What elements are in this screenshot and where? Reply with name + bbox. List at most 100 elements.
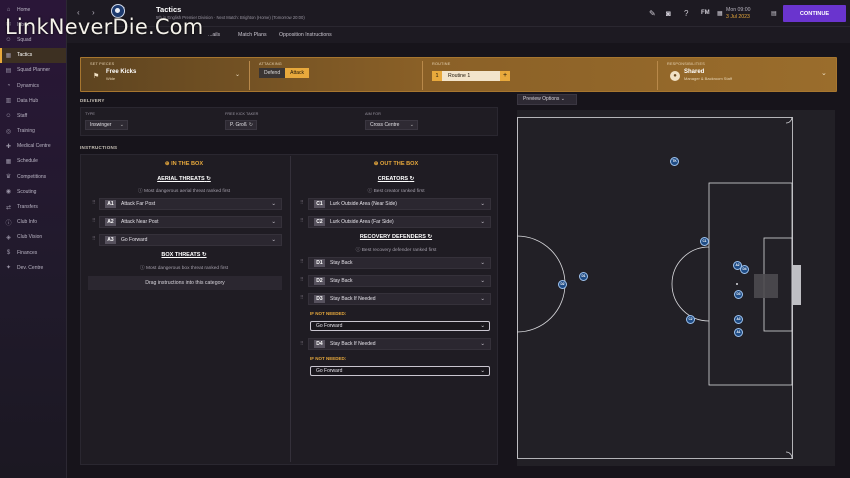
chevron-down-icon: ⌄ <box>560 96 565 102</box>
instruction-row-d1[interactable]: D1 Stay Back ⌄ <box>308 257 491 269</box>
sidebar: ⌂ Home ✉ Inbox ☺ Squad ▦ Tactics ▤ Squad Planner ◔… <box>0 0 67 478</box>
pen-icon[interactable]: ✎ <box>649 9 656 18</box>
player-marker[interactable]: D4 <box>740 265 749 274</box>
player-marker[interactable]: TK <box>670 157 679 166</box>
refresh-icon[interactable]: ↻ <box>202 252 207 258</box>
sidebar-item-schedule[interactable]: ▦ Schedule <box>0 154 66 169</box>
staff-icon: ☺ <box>5 112 12 119</box>
notebook-icon[interactable]: ▤ <box>771 10 777 17</box>
sidebar-item-label: Finances <box>17 249 38 256</box>
drag-handle-icon[interactable]: ⠿ <box>92 200 96 206</box>
drag-handle-icon[interactable]: ⠿ <box>300 277 304 283</box>
player-marker[interactable]: D2 <box>558 280 567 289</box>
add-routine-button[interactable]: + <box>500 71 510 81</box>
refresh-icon[interactable]: ↻ <box>410 176 415 182</box>
sidebar-item-transfers[interactable]: ⇄ Transfers <box>0 199 66 214</box>
sidebar-item-label: Tactics <box>17 52 33 59</box>
instruction-row-c2[interactable]: C2 Lurk Outside Area (Far Side) ⌄ <box>308 216 491 228</box>
sidebar-item-staff[interactable]: ☺ Staff <box>0 108 66 123</box>
drag-handle-icon[interactable]: ⠿ <box>92 218 96 224</box>
delivery-heading: DELIVERY <box>80 98 105 103</box>
chevron-down-icon: ⌄ <box>409 122 414 128</box>
tab-match-plans[interactable]: Match Plans <box>238 32 267 38</box>
sidebar-item-label: Training <box>17 128 35 135</box>
sidebar-item-competitions[interactable]: ♛ Competitions <box>0 169 66 184</box>
player-marker[interactable]: C2 <box>686 315 695 324</box>
drag-handle-icon[interactable]: ⠿ <box>300 295 304 301</box>
drag-handle-icon[interactable]: ⠿ <box>92 236 96 242</box>
preview-options-button[interactable]: Preview Options ⌄ <box>517 94 577 105</box>
sidebar-item-scouting[interactable]: ◉ Scouting <box>0 184 66 199</box>
instruction-row-d2[interactable]: D2 Stay Back ⌄ <box>308 275 491 287</box>
continue-button[interactable]: CONTINUE <box>783 5 846 22</box>
aim-dropdown[interactable]: Cross Centre ⌄ <box>365 120 418 130</box>
row-code: D4 <box>314 340 325 348</box>
fallback-value: Go Forward <box>316 323 343 329</box>
taker-value: P. Groß <box>230 122 247 128</box>
drag-handle-icon[interactable]: ⠿ <box>300 218 304 224</box>
row-text: Lurk Outside Area (Near Side) <box>330 201 397 207</box>
out-the-box-label: OUT THE BOX <box>380 161 419 167</box>
instruction-row-c1[interactable]: C1 Lurk Outside Area (Near Side) ⌄ <box>308 198 491 210</box>
routine-selector: 1 Routine 1 + <box>432 71 510 81</box>
attack-button[interactable]: Attack <box>285 68 310 78</box>
player-marker[interactable]: D1 <box>579 272 588 281</box>
club-vision-icon: ◈ <box>6 234 11 241</box>
delivery-panel: TYPE Inswinger ⌄ FREE KICK TAKER P. Groß ↻… <box>80 107 498 136</box>
player-marker[interactable]: A3 <box>734 315 743 324</box>
drag-handle-icon[interactable]: ⠿ <box>300 200 304 206</box>
drag-handle-icon[interactable]: ⠿ <box>300 259 304 265</box>
refresh-icon[interactable]: ↻ <box>427 234 432 240</box>
scouting-icon: ◉ <box>5 189 12 196</box>
refresh-icon[interactable]: ↻ <box>206 176 211 182</box>
fallback-select-d3[interactable]: Go Forward ⌄ <box>310 321 490 331</box>
tab-details[interactable]: ...ails <box>208 32 220 38</box>
drag-drop-zone[interactable]: Drag instructions into this category <box>88 276 282 290</box>
defend-button[interactable]: Defend <box>259 68 286 78</box>
routine-number[interactable]: 1 <box>432 71 442 81</box>
row-text: Go Forward <box>121 237 148 243</box>
aim-value: Cross Centre <box>370 122 400 128</box>
player-marker[interactable]: C1 <box>700 237 709 246</box>
club-info-icon: ⓘ <box>5 220 12 227</box>
free-kick-icon: ⚑ <box>93 73 100 80</box>
type-dropdown[interactable]: Inswinger ⌄ <box>85 120 128 130</box>
chevron-down-icon: ⌄ <box>480 368 485 374</box>
sidebar-item-club-info[interactable]: ⓘ Club Info <box>0 215 66 230</box>
help-icon[interactable]: ? <box>684 9 688 18</box>
chevron-down-icon[interactable]: ⌄ <box>235 71 240 78</box>
drag-handle-icon[interactable]: ⠿ <box>300 341 304 347</box>
routine-label: ROUTINE <box>432 62 451 66</box>
instruction-row-a1[interactable]: A1 Attack Far Post ⌄ <box>99 198 282 210</box>
recovery-hint: ⓘ Best recovery defender ranked first <box>355 248 437 253</box>
sidebar-item-dynamics[interactable]: ◔ Dynamics <box>0 78 66 93</box>
row-code: D2 <box>314 277 325 285</box>
chevron-down-icon[interactable]: ⌄ <box>821 69 827 77</box>
instruction-row-d4[interactable]: D4 Stay Back If Needed ⌄ <box>308 338 491 350</box>
row-text: Attack Far Post <box>121 201 156 207</box>
instruction-row-d3[interactable]: D3 Stay Back If Needed ⌄ <box>308 293 491 305</box>
sidebar-item-squad-planner[interactable]: ▤ Squad Planner <box>0 63 66 78</box>
sidebar-item-club-vision[interactable]: ◈ Club Vision <box>0 230 66 245</box>
sidebar-item-label: Competitions <box>17 173 47 180</box>
sidebar-item-medical-centre[interactable]: ✚ Medical Centre <box>0 139 66 154</box>
sidebar-item-dev-centre[interactable]: ✦ Dev. Centre <box>0 260 66 275</box>
sidebar-item-data-hub[interactable]: ▥ Data Hub <box>0 93 66 108</box>
sidebar-item-label: Data Hub <box>17 97 39 104</box>
sidebar-item-label: Dynamics <box>17 82 39 89</box>
instruction-row-a3[interactable]: A3 Go Forward ⌄ <box>99 234 282 246</box>
sidebar-item-finances[interactable]: $ Finances <box>0 245 66 260</box>
club-crest-icon[interactable]: ◙ <box>666 9 671 18</box>
player-marker[interactable]: A1 <box>734 328 743 337</box>
fm-menu-button[interactable]: FM <box>701 10 710 16</box>
player-marker[interactable]: D3 <box>734 290 743 299</box>
routine-name-field[interactable]: Routine 1 <box>442 71 500 81</box>
instruction-row-a2[interactable]: A2 Attack Near Post ⌄ <box>99 216 282 228</box>
calendar-icon[interactable]: ▦ <box>717 10 723 17</box>
taker-dropdown[interactable]: P. Groß ↻ <box>225 120 257 130</box>
sidebar-item-tactics[interactable]: ▦ Tactics <box>0 47 66 63</box>
sidebar-item-training[interactable]: ◎ Training <box>0 124 66 139</box>
schedule-icon: ▦ <box>5 158 12 165</box>
fallback-select-d4[interactable]: Go Forward ⌄ <box>310 366 490 376</box>
tab-opposition-instructions[interactable]: Opposition Instructions <box>279 32 332 38</box>
